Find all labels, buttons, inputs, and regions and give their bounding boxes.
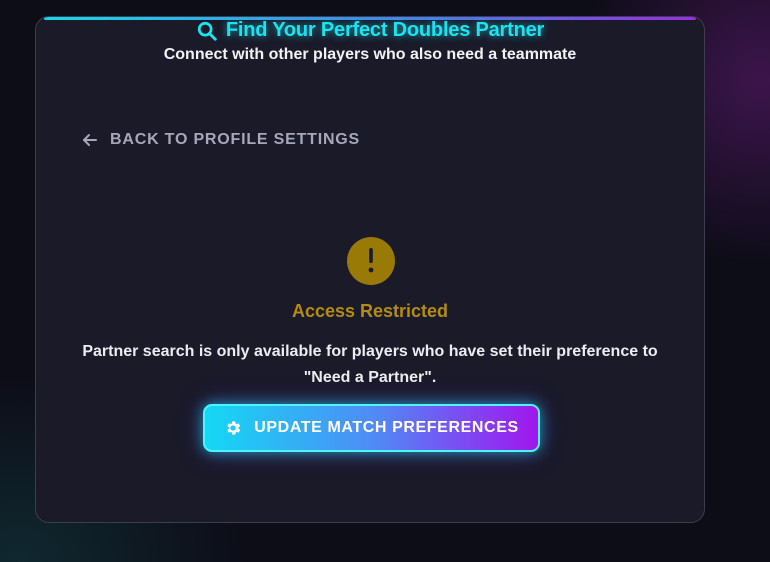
- exclamation-icon: [347, 237, 395, 285]
- access-restricted-heading: Access Restricted: [291, 301, 449, 321]
- search-icon: [196, 20, 218, 42]
- restriction-message: Partner search is only available for pla…: [82, 343, 658, 386]
- partner-search-card: Find Your Perfect Doubles Partner Connec…: [35, 16, 705, 523]
- back-to-profile-settings-link[interactable]: BACK TO PROFILE SETTINGS: [82, 131, 360, 149]
- arrow-left-icon: [82, 132, 98, 148]
- gear-icon: [224, 419, 242, 437]
- back-link-label: BACK TO PROFILE SETTINGS: [110, 131, 361, 148]
- page-header: Find Your Perfect Doubles Partner: [36, 19, 704, 42]
- update-match-preferences-button[interactable]: UPDATE MATCH PREFERENCES: [203, 404, 540, 452]
- page-subtitle: Connect with other players who also need…: [163, 46, 577, 63]
- page-title: Find Your Perfect Doubles Partner: [225, 19, 545, 41]
- update-preferences-label: UPDATE MATCH PREFERENCES: [254, 419, 519, 436]
